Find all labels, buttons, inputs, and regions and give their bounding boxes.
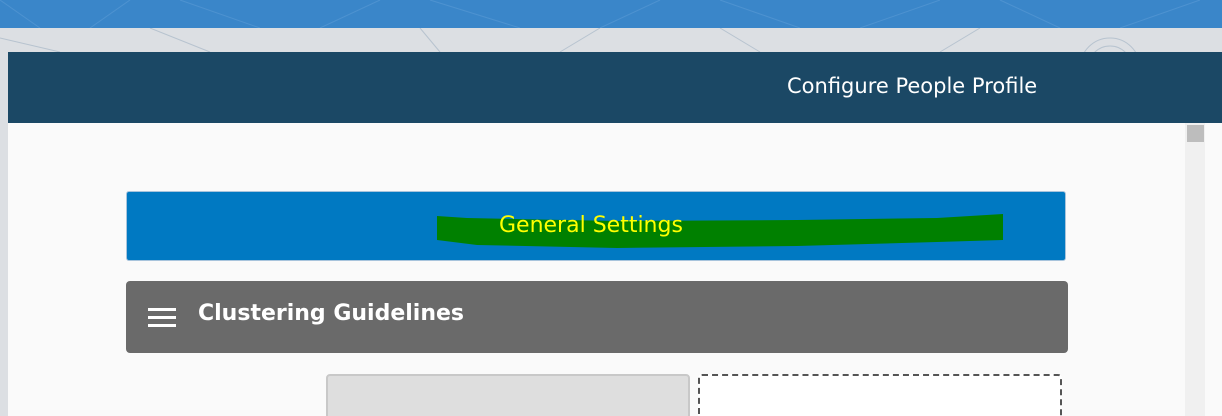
vertical-scrollbar[interactable] [1185, 123, 1205, 416]
configure-people-profile-dialog: Configure People Profile General Setting… [8, 52, 1222, 416]
banner-decoration [0, 0, 1201, 28]
clustering-guidelines-header[interactable]: Clustering Guidelines [126, 281, 1068, 353]
hamburger-menu-icon[interactable] [148, 307, 176, 329]
clustering-guidelines-label: Clustering Guidelines [198, 301, 465, 326]
scrollbar-thumb[interactable] [1187, 125, 1204, 142]
dialog-title: Configure People Profile [787, 74, 1038, 98]
background-banner [0, 0, 1222, 28]
general-settings-button[interactable]: General Settings [126, 191, 1066, 261]
dialog-header: Configure People Profile [8, 52, 1222, 123]
dialog-body [8, 123, 1185, 416]
cluster-card[interactable] [326, 374, 690, 416]
cluster-drop-zone[interactable] [698, 374, 1062, 416]
general-settings-label: General Settings [499, 213, 683, 238]
dialog-right-gutter [1205, 123, 1222, 416]
